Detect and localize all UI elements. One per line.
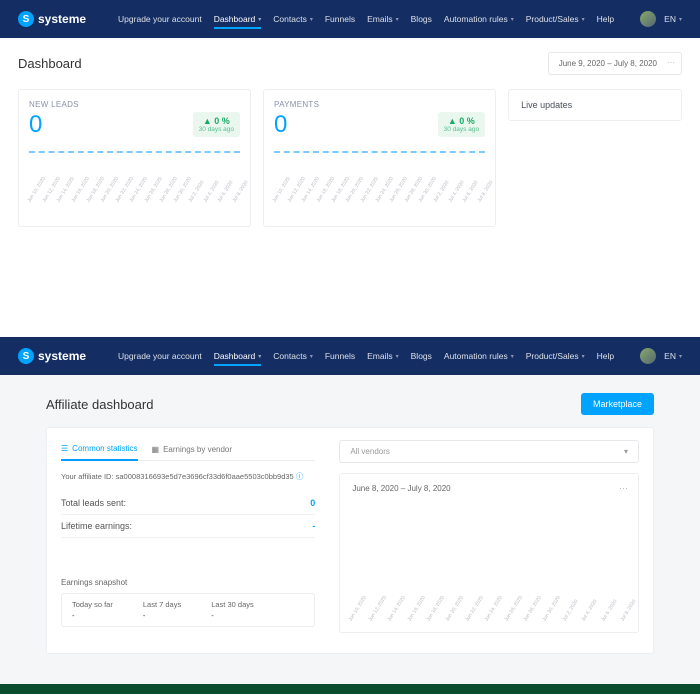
metric-card-payments: PAYMENTS 0 ▲ 0 % 30 days ago Jun 10, 202…	[263, 89, 496, 227]
nav-contacts[interactable]: Contacts▾	[273, 351, 313, 361]
nav-blogs[interactable]: Blogs	[411, 14, 432, 24]
nav-funnels[interactable]: Funnels	[325, 14, 355, 24]
affiliate-panel: ☰ Common statistics ▦ Earnings by vendor…	[46, 427, 654, 654]
brand-logo[interactable]: S systeme	[18, 348, 86, 364]
x-axis-dates: Jun 10, 2020Jun 12, 2020Jun 14, 2020Jun …	[274, 199, 485, 205]
logo-icon: S	[18, 348, 34, 364]
chevron-down-icon: ▾	[511, 16, 514, 23]
brand-text: systeme	[38, 12, 86, 26]
lang-switch[interactable]: EN▾	[664, 14, 682, 24]
chevron-down-icon: ▾	[310, 353, 313, 360]
page-title: Dashboard	[18, 56, 82, 71]
brand-text: systeme	[38, 349, 86, 363]
nav-automation[interactable]: Automation rules▾	[444, 351, 514, 361]
chevron-down-icon: ▾	[582, 353, 585, 360]
info-icon[interactable]: ⓘ	[296, 472, 304, 481]
avatar[interactable]	[640, 11, 656, 27]
chevron-down-icon: ▾	[396, 16, 399, 23]
date-range-picker[interactable]: June 9, 2020 – July 8, 2020 ⋯	[548, 52, 682, 75]
nav-blogs[interactable]: Blogs	[411, 351, 432, 361]
snapshot-7days: Last 7 days -	[143, 600, 181, 620]
nav-items: Upgrade your account Dashboard▾ Contacts…	[118, 351, 628, 361]
nav-items: Upgrade your account Dashboard▾ Contacts…	[118, 14, 628, 24]
footer-bar	[0, 684, 700, 694]
live-updates-card: Live updates	[508, 89, 682, 121]
snapshot-today: Today so far -	[72, 600, 113, 620]
chart-date-range[interactable]: June 8, 2020 – July 8, 2020	[352, 484, 626, 493]
metric-change-badge: ▲ 0 % 30 days ago	[193, 112, 240, 137]
list-icon: ☰	[61, 444, 68, 453]
nav-right: EN▾	[640, 11, 682, 27]
main-dashboard-section: S systeme Upgrade your account Dashboard…	[0, 0, 700, 257]
stat-total-leads: Total leads sent: 0	[61, 492, 315, 515]
chevron-down-icon: ▾	[310, 16, 313, 23]
settings-icon[interactable]: ⋯	[619, 483, 628, 494]
metric-cards-row: NEW LEADS 0 ▲ 0 % 30 days ago Jun 10, 20…	[18, 89, 682, 227]
nav-upgrade[interactable]: Upgrade your account	[118, 14, 202, 24]
nav-automation[interactable]: Automation rules▾	[444, 14, 514, 24]
logo-icon: S	[18, 11, 34, 27]
earnings-snapshot-title: Earnings snapshot	[61, 578, 315, 587]
earnings-chart: June 8, 2020 – July 8, 2020 ⋯ Jun 10, 20…	[339, 473, 639, 633]
nav-emails[interactable]: Emails▾	[367, 14, 399, 24]
x-axis-dates: Jun 10, 2020Jun 12, 2020Jun 14, 2020Jun …	[350, 618, 628, 624]
nav-help[interactable]: Help	[597, 351, 614, 361]
avatar[interactable]	[640, 348, 656, 364]
grid-icon: ▦	[152, 445, 160, 454]
chevron-down-icon: ▾	[582, 16, 585, 23]
nav-contacts[interactable]: Contacts▾	[273, 14, 313, 24]
nav-product-sales[interactable]: Product/Sales▾	[526, 14, 585, 24]
metric-card-new-leads: NEW LEADS 0 ▲ 0 % 30 days ago Jun 10, 20…	[18, 89, 251, 227]
top-navbar: S systeme Upgrade your account Dashboard…	[0, 0, 700, 38]
brand-logo[interactable]: S systeme	[18, 11, 86, 27]
page-header: Affiliate dashboard Marketplace	[46, 393, 654, 415]
top-navbar: S systeme Upgrade your account Dashboard…	[0, 337, 700, 375]
affiliate-id-value: sa0008316693e5d7e3696cf33d6f0aae5503c0bb…	[116, 472, 294, 481]
panel-right: All vendors ▾ June 8, 2020 – July 8, 202…	[339, 440, 639, 633]
tab-earnings-by-vendor[interactable]: ▦ Earnings by vendor	[152, 440, 233, 460]
live-updates-title: Live updates	[521, 100, 669, 110]
dashboard-page: Dashboard June 9, 2020 – July 8, 2020 ⋯ …	[0, 38, 700, 257]
vendor-select[interactable]: All vendors ▾	[339, 440, 639, 463]
sparkline	[274, 151, 485, 153]
chevron-down-icon: ▾	[258, 353, 261, 360]
snapshot-30days: Last 30 days -	[211, 600, 254, 620]
nav-right: EN▾	[640, 348, 682, 364]
sparkline	[29, 151, 240, 153]
nav-emails[interactable]: Emails▾	[367, 351, 399, 361]
page-header: Dashboard June 9, 2020 – July 8, 2020 ⋯	[18, 52, 682, 75]
earnings-snapshot: Today so far - Last 7 days - Last 30 day…	[61, 593, 315, 627]
panel-left: ☰ Common statistics ▦ Earnings by vendor…	[61, 440, 315, 633]
page-title: Affiliate dashboard	[46, 397, 153, 412]
nav-funnels[interactable]: Funnels	[325, 351, 355, 361]
nav-dashboard[interactable]: Dashboard▾	[214, 14, 262, 29]
lang-switch[interactable]: EN▾	[664, 351, 682, 361]
tabs: ☰ Common statistics ▦ Earnings by vendor	[61, 440, 315, 461]
chevron-down-icon: ▾	[624, 447, 628, 456]
chevron-down-icon: ▾	[679, 353, 682, 360]
nav-upgrade[interactable]: Upgrade your account	[118, 351, 202, 361]
nav-dashboard[interactable]: Dashboard▾	[214, 351, 262, 366]
affiliate-id-row: Your affiliate ID: sa0008316693e5d7e3696…	[61, 471, 315, 482]
chevron-down-icon: ▾	[679, 16, 682, 23]
metric-label: NEW LEADS	[29, 100, 240, 109]
chevron-down-icon: ▾	[396, 353, 399, 360]
chevron-down-icon: ▾	[511, 353, 514, 360]
metric-label: PAYMENTS	[274, 100, 485, 109]
metric-change-badge: ▲ 0 % 30 days ago	[438, 112, 485, 137]
nav-product-sales[interactable]: Product/Sales▾	[526, 351, 585, 361]
affiliate-page: Affiliate dashboard Marketplace ☰ Common…	[0, 375, 700, 684]
chevron-down-icon: ▾	[258, 16, 261, 23]
affiliate-dashboard-section: S systeme Upgrade your account Dashboard…	[0, 337, 700, 694]
settings-icon[interactable]: ⋯	[667, 58, 675, 67]
marketplace-button[interactable]: Marketplace	[581, 393, 654, 415]
nav-help[interactable]: Help	[597, 14, 614, 24]
tab-common-statistics[interactable]: ☰ Common statistics	[61, 440, 138, 461]
stat-lifetime-earnings: Lifetime earnings: -	[61, 515, 315, 538]
x-axis-dates: Jun 10, 2020Jun 12, 2020Jun 14, 2020Jun …	[29, 199, 240, 205]
